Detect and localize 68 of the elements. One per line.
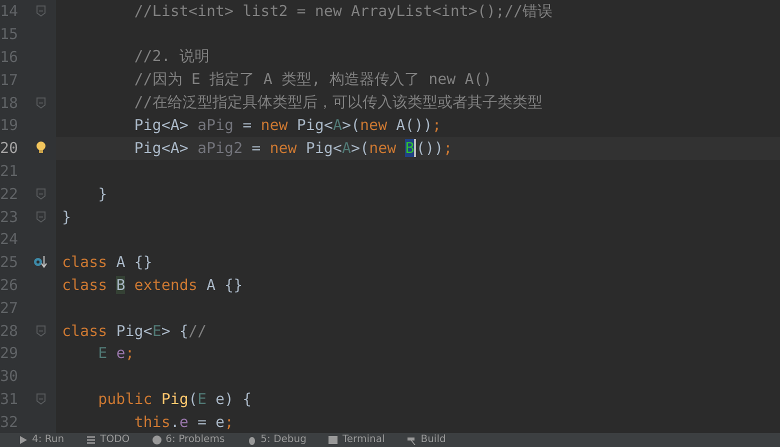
type-parameter: A: [342, 139, 351, 158]
code-keyword: new: [260, 116, 289, 134]
code-keyword: class: [62, 253, 108, 272]
code-text: =: [250, 139, 262, 158]
code-text: = e: [196, 412, 225, 431]
code-keyword: ;: [443, 139, 452, 158]
type-parameter: E: [97, 344, 108, 362]
type-parameter: A: [332, 116, 342, 134]
code-text: Pig<: [306, 139, 342, 158]
code-keyword: new: [270, 139, 298, 158]
variable-name: aPig2: [197, 139, 243, 158]
code-text: }: [97, 184, 108, 203]
code-text: Pig<: [116, 322, 152, 340]
code-text: >(: [342, 116, 360, 134]
code-comment: //2. 说明: [133, 47, 210, 66]
code-comment: //: [188, 322, 206, 340]
tool-window-tab[interactable]: 5: Debug: [246, 434, 306, 446]
code-keyword: class: [62, 276, 108, 294]
fold-icon[interactable]: [36, 392, 46, 405]
fold-icon[interactable]: [36, 188, 46, 200]
tool-window-tab[interactable]: 4: Run: [18, 434, 64, 446]
highlighted-usage: B: [116, 276, 126, 294]
code-comment: //在给泛型指定具体类型后，可以传入该类型或者其子类类型: [133, 93, 542, 112]
type-parameter: E: [152, 322, 162, 340]
code-text: Pig<A>: [133, 116, 190, 134]
fold-icon[interactable]: [36, 324, 46, 337]
code-keyword: ;: [432, 116, 442, 134]
code-text: ()): [416, 139, 444, 158]
run-icon: [18, 435, 28, 445]
tool-window-tab[interactable]: TODO: [86, 434, 130, 446]
code-text: A {}: [206, 276, 243, 294]
code-text: e) {: [216, 390, 252, 408]
list-icon: [86, 435, 96, 445]
code-text: A {}: [116, 253, 152, 272]
code-text: }: [62, 208, 72, 226]
code-keyword: class: [62, 322, 108, 340]
field-name: e: [179, 412, 188, 431]
method-name: Pig: [161, 390, 188, 408]
code-comment: //因为 E 指定了 A 类型, 构造器传入了 new A(): [133, 70, 492, 88]
fold-icon[interactable]: [36, 210, 46, 223]
code-text: > {: [161, 322, 188, 340]
code-keyword: new: [360, 116, 388, 134]
implemented-marker-icon[interactable]: [33, 255, 49, 270]
code-text: Pig<: [296, 116, 333, 134]
code-text: .: [170, 412, 180, 431]
tool-window-tab[interactable]: Build: [406, 434, 446, 446]
fold-icon[interactable]: [36, 96, 46, 109]
fold-icon[interactable]: [36, 5, 46, 18]
type-parameter: E: [197, 390, 208, 408]
variable-name: aPig: [197, 116, 234, 134]
selected-text: B: [405, 139, 416, 158]
code-keyword: ;: [224, 412, 234, 431]
code-text: >(: [351, 139, 370, 158]
field-name: e: [116, 344, 126, 362]
line-number: 20: [0, 139, 20, 158]
lightbulb-icon[interactable]: [35, 141, 47, 156]
code-keyword: public: [97, 390, 154, 408]
code-keyword: ;: [125, 344, 134, 362]
code-keyword: new: [369, 139, 398, 158]
code-keyword: extends: [133, 276, 198, 294]
tool-window-tab[interactable]: Terminal: [328, 434, 385, 446]
code-comment: //List<int> list2 = new ArrayList<int>();//错误: [133, 2, 553, 20]
code-keyword: this: [133, 412, 170, 431]
code-text: =: [242, 116, 253, 134]
tool-window-tab[interactable]: 6: Problems: [152, 434, 225, 446]
code-text: (: [188, 390, 198, 408]
code-text: Pig<A>: [133, 139, 190, 158]
code-text: A()): [396, 116, 432, 134]
